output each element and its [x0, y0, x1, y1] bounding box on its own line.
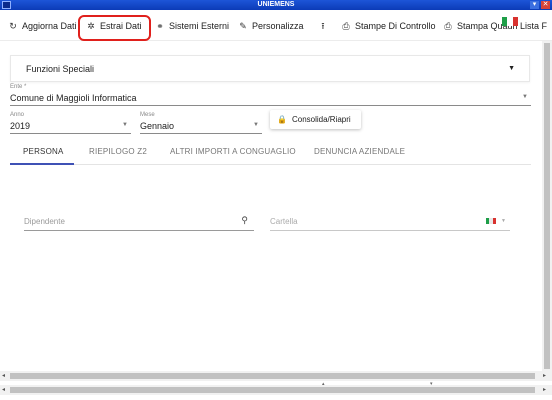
scroll-left-icon[interactable]: ◂: [2, 386, 5, 393]
anno-select[interactable]: Anno 2019 ▼: [10, 112, 131, 134]
aggiorna-dati-button[interactable]: ↻ Aggiorna Dati: [8, 19, 77, 33]
horizontal-scrollbar-thumb[interactable]: [10, 373, 535, 379]
pencil-icon: ✎: [239, 21, 247, 31]
ente-value: Comune di Maggioli Informatica: [10, 93, 137, 103]
anno-label: Anno: [10, 112, 25, 118]
ente-label: Ente *: [10, 84, 27, 90]
personalizza-label: Personalizza: [252, 21, 304, 31]
toolbar: ↻ Aggiorna Dati ✲ Estrai Dati ⚭ Sistemi …: [0, 11, 552, 41]
stampe-di-controllo-button[interactable]: ⎙ Stampe Di Controllo: [341, 19, 436, 33]
vertical-scrollbar-thumb[interactable]: [544, 43, 550, 369]
share-icon: ⚭: [156, 21, 164, 31]
chevron-down-icon: ▼: [522, 94, 528, 100]
window-title: UNIEMENS: [257, 1, 295, 8]
tab-riepilogo-z2[interactable]: RIEPILOGO Z2: [89, 147, 147, 156]
scroll-right-icon[interactable]: ▸: [543, 372, 546, 379]
upload-button[interactable]: ⭱: [318, 19, 332, 33]
gear-icon: ✲: [87, 21, 95, 31]
aggiorna-dati-label: Aggiorna Dati: [22, 21, 77, 31]
mese-value: Gennaio: [140, 121, 175, 131]
dipendente-placeholder: Dipendente: [24, 217, 65, 226]
cartella-select[interactable]: Cartella ▼: [270, 210, 510, 231]
search-icon[interactable]: ⚲: [241, 215, 248, 226]
tab-denuncia-aziendale[interactable]: DENUNCIA AZIENDALE: [314, 147, 405, 156]
estrai-dati-label: Estrai Dati: [100, 21, 142, 31]
mese-select[interactable]: Mese Gennaio ▼: [140, 112, 262, 134]
tab-persona[interactable]: PERSONA: [23, 147, 64, 156]
funzioni-speciali-label: Funzioni Speciali: [26, 64, 95, 74]
tab-bar: PERSONA RIEPILOGO Z2 ALTRI IMPORTI A CON…: [10, 140, 531, 165]
ente-select[interactable]: Ente * Comune di Maggioli Informatica ▼: [10, 84, 531, 106]
horizontal-scrollbar[interactable]: ◂ ▸: [0, 371, 552, 381]
cartella-placeholder: Cartella: [270, 217, 298, 226]
close-icon[interactable]: ✕: [541, 1, 550, 9]
chevron-down-icon: ▼: [122, 122, 128, 128]
active-tab-indicator: [10, 163, 74, 165]
sistemi-esterni-button[interactable]: ⚭ Sistemi Esterni: [155, 19, 229, 33]
outer-horizontal-scrollbar-thumb[interactable]: [10, 387, 535, 393]
chevron-down-icon: ▼: [501, 218, 506, 224]
anno-value: 2019: [10, 121, 31, 131]
chevron-down-icon: ▼: [253, 122, 259, 128]
mese-label: Mese: [140, 112, 155, 118]
stampe-di-controllo-label: Stampe Di Controllo: [355, 21, 436, 31]
estrai-dati-button[interactable]: ✲ Estrai Dati: [86, 19, 142, 33]
chevron-down-icon: ▼: [508, 65, 515, 72]
sistemi-esterni-label: Sistemi Esterni: [169, 21, 230, 31]
consolida-riapri-label: Consolida/Riapri: [291, 115, 351, 124]
lock-icon: 🔒: [277, 115, 287, 124]
scroll-right-icon[interactable]: ▸: [543, 386, 546, 393]
italian-flag-icon: [486, 218, 496, 224]
personalizza-button[interactable]: ✎ Personalizza: [238, 19, 304, 33]
outer-horizontal-scrollbar[interactable]: ◂ ▸: [0, 385, 552, 395]
vertical-scrollbar[interactable]: [542, 41, 552, 371]
dipendente-input[interactable]: Dipendente ⚲: [24, 210, 254, 231]
tab-altri-importi[interactable]: ALTRI IMPORTI A CONGUAGLIO: [170, 147, 296, 156]
italian-flag-icon[interactable]: [502, 17, 518, 26]
minimize-icon[interactable]: ▾: [530, 1, 539, 9]
stampa-quadri-button[interactable]: ⎙ Stampa Quadri Lista F: [443, 19, 547, 33]
scroll-left-icon[interactable]: ◂: [2, 372, 5, 379]
funzioni-speciali-panel[interactable]: Funzioni Speciali ▼: [10, 55, 530, 82]
consolida-riapri-button[interactable]: 🔒 Consolida/Riapri: [270, 110, 361, 129]
printer-icon: ⎙: [342, 21, 350, 31]
window-titlebar: UNIEMENS ▾ ✕: [0, 0, 552, 10]
refresh-icon: ↻: [9, 21, 17, 31]
upload-icon: ⭱: [321, 21, 325, 31]
printer-icon: ⎙: [444, 21, 452, 31]
